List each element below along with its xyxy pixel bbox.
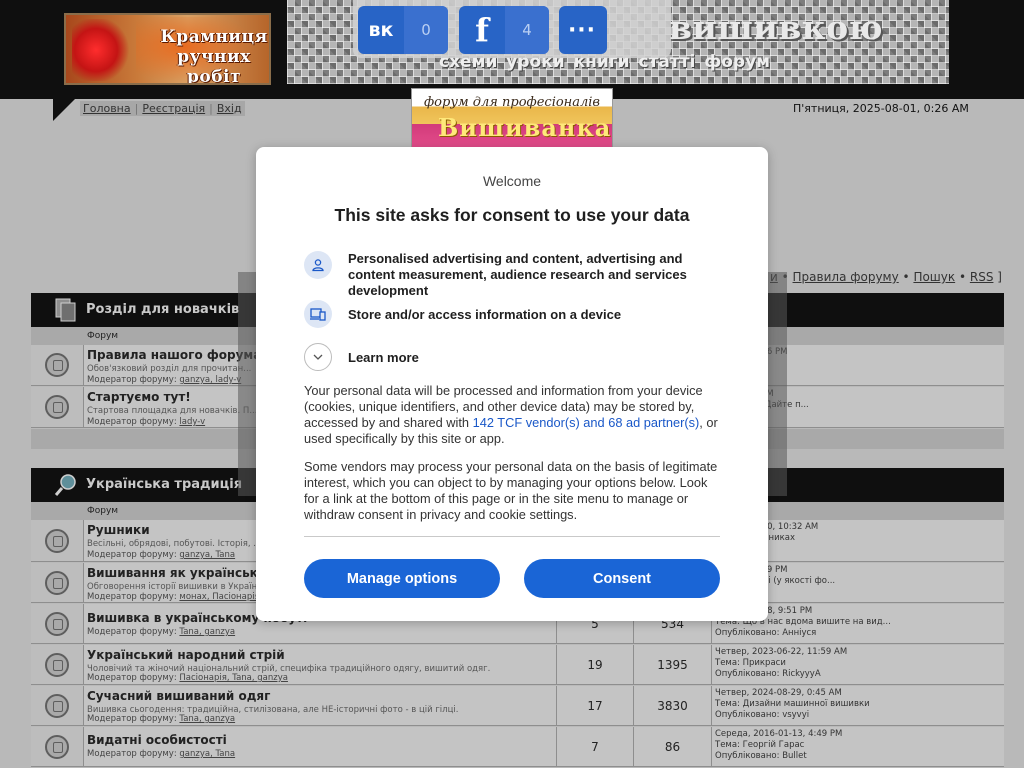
posts-count: 1395 (633, 645, 711, 684)
forum-description: Обов'язковий розділ для прочитан... (87, 364, 252, 374)
forum-moderators: Модератор форуму: lady-v (87, 417, 206, 427)
forum-row[interactable]: Український народний стрій Чоловічий та … (31, 645, 1004, 685)
consent-welcome: Welcome (482, 173, 542, 189)
forum-description: Стартова площадка для новачків. П... (87, 406, 258, 416)
forum-rules-link[interactable]: Правила форуму (793, 270, 899, 284)
forum-logo-line1: форум для професіоналів (424, 95, 601, 110)
login-link[interactable]: Вхід (217, 102, 242, 115)
forum-status-icon (45, 611, 69, 636)
shop-banner-text: Крамниця ручних робіт (160, 27, 268, 85)
topics-count: 19 (556, 645, 633, 684)
consent-button[interactable]: Consent (524, 559, 720, 598)
site-header: Крамниця ручних робіт вишивкою схеми уро… (0, 0, 1024, 99)
person-icon (304, 251, 332, 279)
forum-status-icon (45, 693, 69, 718)
forum-moderators: Модератор форуму: ganzya, Tana (87, 550, 236, 560)
topics-count: 7 (556, 727, 633, 766)
register-link[interactable]: Реєстрація (142, 102, 205, 115)
forum-moderators: Модератор форуму: монах, Пасіонарія (87, 592, 260, 602)
forum-moderators: Модератор форуму: ganzya, lady-v (87, 375, 242, 385)
category-title[interactable]: Українська традиція (86, 477, 242, 492)
last-post: Четвер, 2023-06-22, 11:59 AM Тема: Прикр… (711, 645, 1004, 684)
more-share-button[interactable]: ··· (559, 6, 607, 54)
rss-link[interactable]: RSS (970, 270, 994, 284)
hand-print-image (72, 19, 132, 81)
forum-title[interactable]: Стартуємо тут! (87, 390, 191, 404)
forum-title[interactable]: Правила нашого форума (87, 348, 261, 362)
forum-status-icon (45, 652, 69, 677)
magnifier-icon (54, 474, 76, 496)
last-post: Четвер, 2024-08-29, 0:45 AM Тема: Дизайн… (711, 686, 1004, 725)
category-title[interactable]: Розділ для новачків (86, 302, 239, 317)
forum-logo[interactable]: форум для професіоналів Вишиванка (411, 88, 613, 148)
forum-description: Обговорення історії вишивки в Україні... (87, 582, 268, 592)
forum-status-icon (45, 353, 69, 377)
forum-row[interactable]: Сучасний вишиваний одяг Вишивка сьогоден… (31, 686, 1004, 726)
forum-title[interactable]: Видатні особистості (87, 733, 227, 747)
forum-title[interactable]: Український народний стрій (87, 648, 285, 662)
facebook-share-count: 4 (505, 6, 549, 54)
forum-status-icon (45, 734, 69, 759)
share-bar: вк 0 f 4 ··· (353, 0, 671, 58)
last-post: Середа, 2016-01-13, 4:49 PM Тема: Георгі… (711, 727, 1004, 766)
forum-status-icon (45, 528, 69, 553)
manage-options-button[interactable]: Manage options (304, 559, 500, 598)
vk-share-button[interactable]: вк 0 (358, 6, 448, 54)
forum-moderators: Модератор форуму: ganzya, Tana (87, 749, 236, 759)
facebook-share-button[interactable]: f 4 (459, 6, 549, 54)
learn-more-label[interactable]: Learn more (348, 350, 718, 366)
purpose-text: Personalised advertising and content, ad… (348, 251, 687, 298)
forum-description: Весільні, обрядові, побутові. Історія, .… (87, 539, 262, 549)
consent-title: This site asks for consent to use your d… (334, 205, 690, 225)
consent-paragraph-2: Some vendors may process your personal d… (304, 459, 718, 522)
forum-moderators: Модератор форуму: Tana, ganzya (87, 714, 236, 724)
search-link[interactable]: Пошук (913, 270, 955, 284)
corner-decoration (53, 99, 75, 121)
top-links: Головна | Реєстрація | Вхід (80, 101, 245, 116)
divider (304, 536, 720, 537)
forum-status-icon (45, 395, 69, 419)
forum-title[interactable]: Рушники (87, 523, 150, 537)
consent-dialog: Welcome This site asks for consent to us… (256, 147, 768, 621)
vk-icon: вк (368, 19, 394, 41)
chevron-down-icon[interactable] (304, 343, 332, 371)
forum-title[interactable]: Сучасний вишиваний одяг (87, 689, 270, 703)
forum-nav-links: и • Правила форуму • Пошук • RSS ] (770, 270, 1002, 284)
purpose-text: Store and/or access information on a dev… (348, 307, 622, 322)
more-icon: ··· (567, 17, 597, 43)
posts-count: 86 (633, 727, 711, 766)
topics-count: 17 (556, 686, 633, 725)
forum-logo-line2: Вишиванка (438, 113, 612, 142)
site-title: вишивкою (669, 8, 883, 47)
vk-share-count: 0 (404, 6, 448, 54)
home-link[interactable]: Головна (83, 102, 131, 115)
posts-count: 3830 (633, 686, 711, 725)
facebook-icon: f (475, 11, 489, 49)
vendors-link[interactable]: 142 TCF vendor(s) and 68 ad partner(s) (473, 415, 700, 430)
documents-icon (55, 298, 76, 322)
consent-paragraph-1: Your personal data will be processed and… (304, 383, 718, 446)
forum-status-icon (45, 570, 69, 595)
forum-moderators: Модератор форуму: Tana, ganzya (87, 627, 236, 637)
devices-icon (304, 300, 332, 328)
current-date: П'ятниця, 2025-08-01, 0:26 AM (793, 102, 969, 115)
forum-moderators: Модератор форуму: Пасіонарія, Tana, ganz… (87, 673, 288, 683)
forum-row[interactable]: Видатні особистості Модератор форуму: ga… (31, 727, 1004, 767)
shop-banner[interactable]: Крамниця ручних робіт (64, 13, 271, 85)
